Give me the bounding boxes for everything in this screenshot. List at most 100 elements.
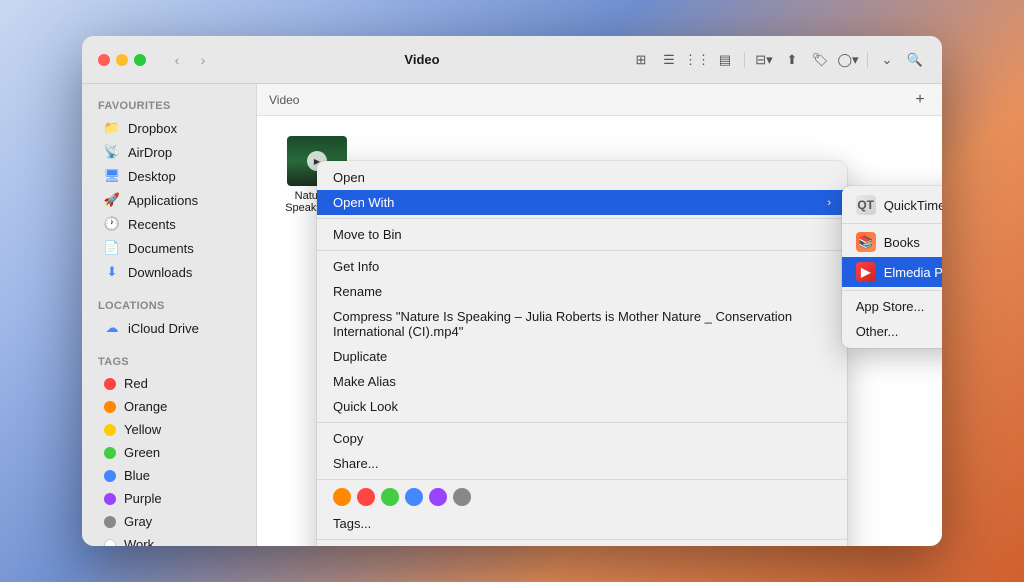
green-tag-dot (104, 447, 116, 459)
tag-green[interactable] (381, 488, 399, 506)
sidebar-tag-label: Blue (124, 468, 150, 483)
sidebar-item-downloads[interactable]: ⬇ Downloads (88, 260, 250, 284)
cm-get-info-label: Get Info (333, 259, 831, 274)
work-tag-dot (104, 539, 116, 547)
cm-sep1 (317, 218, 847, 219)
cm-move-to-bin[interactable]: Move to Bin (317, 222, 847, 247)
forward-button[interactable]: › (192, 49, 214, 71)
add-button[interactable]: + (910, 90, 930, 110)
cm-duplicate-label: Duplicate (333, 349, 831, 364)
tags-header: Tags (82, 348, 256, 372)
cm-rename[interactable]: Rename (317, 279, 847, 304)
elmedia-label: Elmedia Player (884, 265, 942, 280)
sidebar-item-desktop[interactable]: 🖥 Desktop (88, 164, 250, 188)
cm-make-alias-label: Make Alias (333, 374, 831, 389)
cm-open-label: Open (333, 170, 831, 185)
cm-quick-look-label: Quick Look (333, 399, 831, 414)
blue-tag-dot (104, 470, 116, 482)
sidebar-tag-label: Red (124, 376, 148, 391)
sidebar-tag-label: Yellow (124, 422, 161, 437)
list-view-button[interactable]: ☰ (658, 49, 680, 71)
fullscreen-button[interactable] (134, 54, 146, 66)
cm-move-to-bin-label: Move to Bin (333, 227, 831, 242)
separator2 (867, 52, 868, 68)
sidebar-tag-gray[interactable]: Gray (88, 510, 250, 533)
sidebar-tag-blue[interactable]: Blue (88, 464, 250, 487)
submenu-quicktime[interactable]: QT QuickTime Player (default) (842, 190, 942, 220)
gallery-view-button[interactable]: ▤ (714, 49, 736, 71)
cm-make-alias[interactable]: Make Alias (317, 369, 847, 394)
cm-get-info[interactable]: Get Info (317, 254, 847, 279)
icloud-icon: ☁ (104, 320, 120, 336)
submenu-sep2 (842, 290, 942, 291)
cm-compress-label: Compress "Nature Is Speaking – Julia Rob… (333, 309, 831, 339)
column-view-button[interactable]: ⋮⋮ (686, 49, 708, 71)
sidebar-item-documents[interactable]: 📄 Documents (88, 236, 250, 260)
tag-gray[interactable] (453, 488, 471, 506)
minimize-button[interactable] (116, 54, 128, 66)
red-tag-dot (104, 378, 116, 390)
cm-share[interactable]: Share... (317, 451, 847, 476)
grid-view-button[interactable]: ⊞ (630, 49, 652, 71)
submenu-appstore[interactable]: App Store... (842, 294, 942, 319)
cm-duplicate[interactable]: Duplicate (317, 344, 847, 369)
cm-tags[interactable]: Tags... (317, 511, 847, 536)
submenu-books[interactable]: 📚 Books (842, 227, 942, 257)
cm-sep4 (317, 479, 847, 480)
close-button[interactable] (98, 54, 110, 66)
gray-tag-dot (104, 516, 116, 528)
open-with-submenu: QT QuickTime Player (default) 📚 Books ▶ (842, 186, 942, 348)
sidebar-item-label: AirDrop (128, 145, 172, 160)
sidebar-item-icloud[interactable]: ☁ iCloud Drive (88, 316, 250, 340)
sidebar-tag-work[interactable]: Work (88, 533, 250, 546)
tag-red[interactable] (357, 488, 375, 506)
cm-open-with-label: Open With (333, 195, 827, 210)
tag-button[interactable]: 🏷 (809, 49, 831, 71)
titlebar: ‹ › Video ⊞ ☰ ⋮⋮ ▤ ⊟▾ ⬆ 🏷 ◯▾ ⌄ 🔍 (82, 36, 942, 84)
cm-compress[interactable]: Compress "Nature Is Speaking – Julia Rob… (317, 304, 847, 344)
desktop-icon: 🖥 (104, 168, 120, 184)
sidebar-tag-red[interactable]: Red (88, 372, 250, 395)
submenu-elmedia[interactable]: ▶ Elmedia Player (842, 257, 942, 287)
share-button[interactable]: ⬆ (781, 49, 803, 71)
sidebar-tag-orange[interactable]: Orange (88, 395, 250, 418)
file-browser: ▶ Nature Is Speakin...(CI Open Open With… (257, 116, 942, 546)
chevron-button[interactable]: ⌄ (876, 49, 898, 71)
downloads-icon: ⬇ (104, 264, 120, 280)
sidebar-tag-green[interactable]: Green (88, 441, 250, 464)
sidebar-item-applications[interactable]: 🚀 Applications (88, 188, 250, 212)
airdrop-icon: 📡 (104, 144, 120, 160)
tag-purple[interactable] (429, 488, 447, 506)
tag-blue[interactable] (405, 488, 423, 506)
sidebar-tag-purple[interactable]: Purple (88, 487, 250, 510)
tag-orange[interactable] (333, 488, 351, 506)
arrange-button[interactable]: ⊟▾ (753, 49, 775, 71)
locations-header: Locations (82, 292, 256, 316)
appstore-label: App Store... (856, 299, 942, 314)
back-button[interactable]: ‹ (166, 49, 188, 71)
yellow-tag-dot (104, 424, 116, 436)
orange-tag-dot (104, 401, 116, 413)
search-button[interactable]: 🔍 (904, 49, 926, 71)
cm-open-with[interactable]: Open With › QT QuickTime Player (default… (317, 190, 847, 215)
context-menu: Open Open With › QT QuickTime Player (de… (317, 161, 847, 546)
cm-quick-actions[interactable]: Quick Actions › (317, 543, 847, 546)
books-icon: 📚 (856, 232, 876, 252)
submenu-other[interactable]: Other... (842, 319, 942, 344)
cm-sep2 (317, 250, 847, 251)
sidebar-item-label: iCloud Drive (128, 321, 199, 336)
sidebar-item-airdrop[interactable]: 📡 AirDrop (88, 140, 250, 164)
cm-copy-label: Copy (333, 431, 831, 446)
more-button[interactable]: ◯▾ (837, 49, 859, 71)
elmedia-icon: ▶ (856, 262, 876, 282)
sidebar-tag-yellow[interactable]: Yellow (88, 418, 250, 441)
sidebar-item-label: Downloads (128, 265, 192, 280)
cm-quick-look[interactable]: Quick Look (317, 394, 847, 419)
sidebar-item-dropbox[interactable]: 📁 Dropbox (88, 116, 250, 140)
cm-copy[interactable]: Copy (317, 426, 847, 451)
cm-open[interactable]: Open (317, 165, 847, 190)
sidebar-tag-label: Work (124, 537, 154, 546)
recents-icon: 🕐 (104, 216, 120, 232)
sidebar-item-recents[interactable]: 🕐 Recents (88, 212, 250, 236)
sidebar-tag-label: Orange (124, 399, 167, 414)
